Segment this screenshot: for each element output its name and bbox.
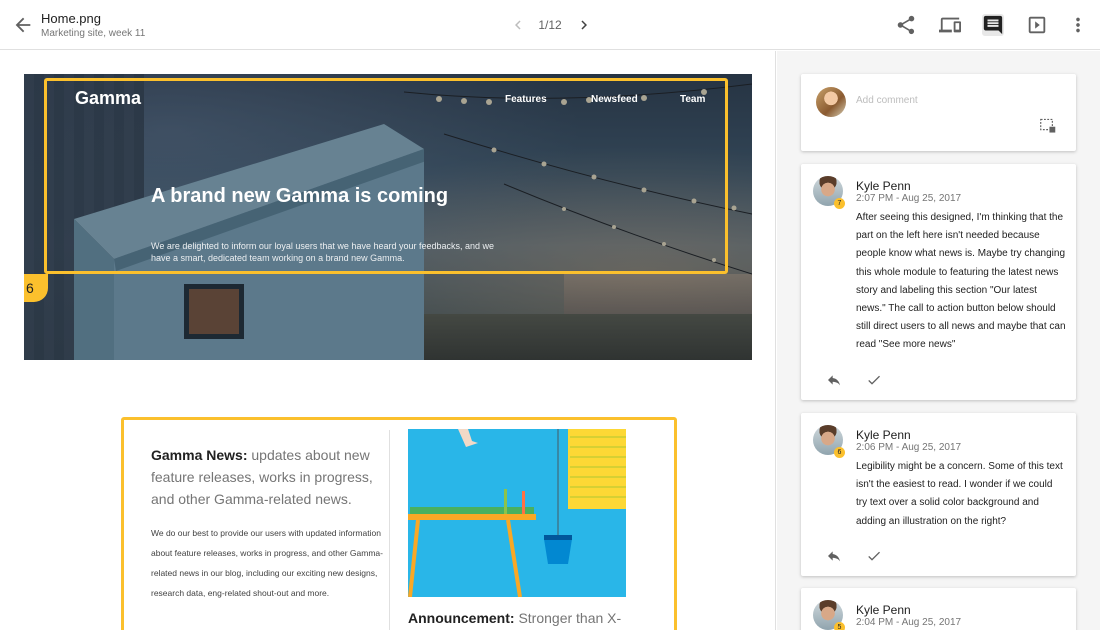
pager: 1/12 <box>505 14 595 36</box>
reply-icon[interactable] <box>825 548 843 564</box>
comment-text: After seeing this designed, I'm thinking… <box>856 212 1066 351</box>
illustration-art <box>408 429 626 597</box>
news-description: We do our best to provide our users with… <box>151 528 383 598</box>
comment-badge: 5 <box>834 622 845 630</box>
chevron-right-icon[interactable] <box>575 16 593 34</box>
slideshow-icon[interactable] <box>1026 14 1048 36</box>
avatar <box>816 87 846 117</box>
news-illustration <box>408 429 626 597</box>
comment-card: 7 Kyle Penn 2:07 PM - Aug 25, 2017 After… <box>801 164 1076 400</box>
page-counter: 1/12 <box>538 18 562 32</box>
announcement-bold: Announcement: <box>408 610 515 626</box>
add-comment-input[interactable]: Add comment <box>856 95 918 106</box>
app: Home.png Marketing site, week 11 1/12 Ga… <box>0 0 1100 630</box>
file-subtitle: Marketing site, week 11 <box>41 28 146 39</box>
comment-author: Kyle Penn <box>856 428 911 442</box>
comment-time: 2:06 PM - Aug 25, 2017 <box>856 442 962 453</box>
comment-highlight-region[interactable] <box>44 78 728 274</box>
news-title-bold: Gamma News: <box>151 447 248 463</box>
comment-pin-number: 6 <box>26 280 34 296</box>
comment-card: 5 Kyle Penn 2:04 PM - Aug 25, 2017 <box>801 588 1076 630</box>
design-canvas[interactable]: Gamma Features Newsfeed Team A brand new… <box>0 51 776 630</box>
top-bar: Home.png Marketing site, week 11 1/12 <box>0 0 1100 50</box>
news-divider <box>389 430 390 630</box>
comment-time: 2:07 PM - Aug 25, 2017 <box>856 193 962 204</box>
announcement-heading: Announcement: Stronger than X- <box>408 610 621 626</box>
comment-icon[interactable] <box>982 14 1004 36</box>
announcement-rest: Stronger than X- <box>514 610 622 626</box>
arrow-back-icon[interactable] <box>12 14 34 36</box>
reply-icon[interactable] <box>825 372 843 388</box>
share-icon[interactable] <box>895 14 917 36</box>
select-region-icon[interactable] <box>1039 118 1057 134</box>
more-vert-icon[interactable] <box>1067 14 1089 36</box>
file-name: Home.png <box>41 11 101 26</box>
comment-badge: 7 <box>834 198 845 209</box>
comments-sidebar: Add comment 7 Kyle Penn 2:07 PM - Aug 25… <box>777 51 1100 630</box>
chevron-left-icon[interactable] <box>509 16 527 34</box>
check-icon[interactable] <box>865 372 883 388</box>
comment-text: Legibility might be a concern. Some of t… <box>856 461 1063 527</box>
comment-card: 6 Kyle Penn 2:06 PM - Aug 25, 2017 Legib… <box>801 413 1076 576</box>
comment-author: Kyle Penn <box>856 603 911 617</box>
comment-author: Kyle Penn <box>856 179 911 193</box>
news-section[interactable]: Gamma News: updates about new feature re… <box>121 417 677 630</box>
comment-badge: 6 <box>834 447 845 458</box>
add-comment-card: Add comment <box>801 74 1076 151</box>
devices-icon[interactable] <box>939 14 961 36</box>
check-icon[interactable] <box>865 548 883 564</box>
comment-time: 2:04 PM - Aug 25, 2017 <box>856 617 962 628</box>
news-title: Gamma News: updates about new feature re… <box>151 444 381 510</box>
